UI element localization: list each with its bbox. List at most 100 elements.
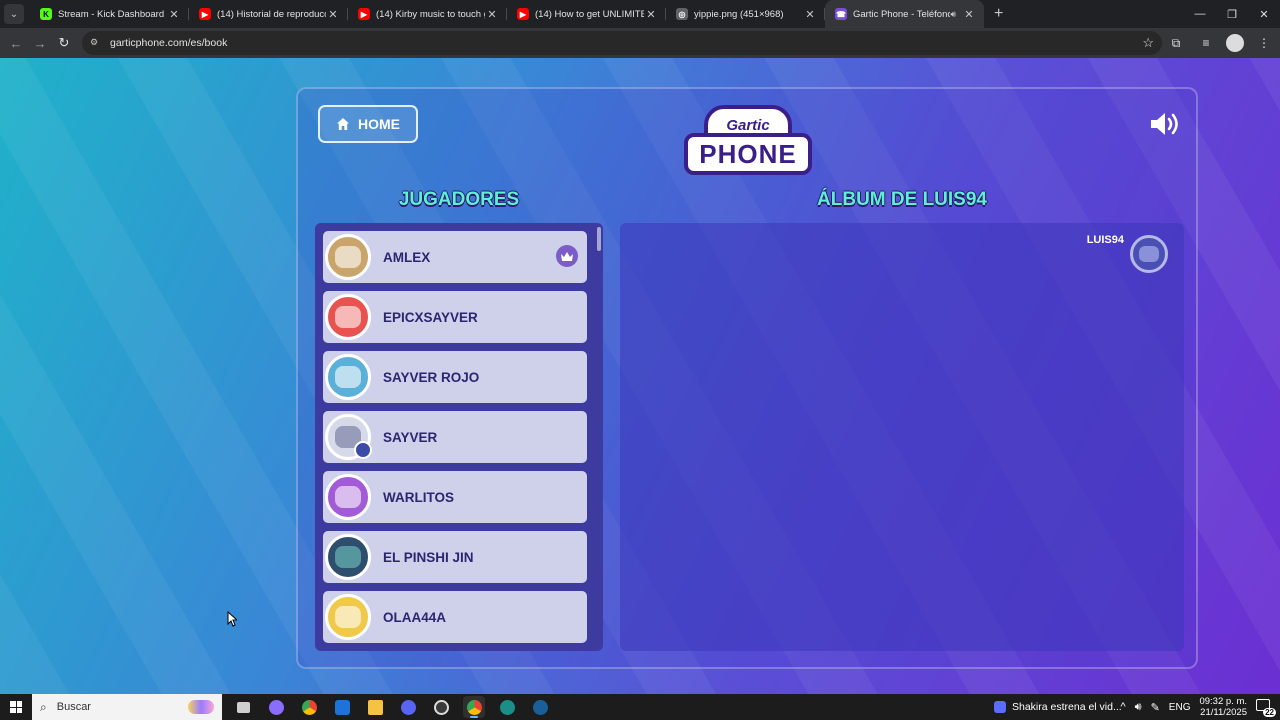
copilot-icon[interactable] bbox=[265, 696, 287, 718]
youtube-icon: ▶ bbox=[199, 8, 211, 20]
players-title: JUGADORES bbox=[398, 189, 520, 210]
chrome-active-icon[interactable] bbox=[463, 696, 485, 718]
tab-yippie-image[interactable]: ◎ yippie.png (451×968) ✕ bbox=[666, 0, 825, 28]
notification-count: 22 bbox=[1263, 708, 1276, 717]
close-tab-icon[interactable]: ✕ bbox=[962, 8, 976, 21]
player-avatar bbox=[325, 414, 372, 460]
tab-title: Stream - Kick Dashboard bbox=[58, 8, 165, 20]
album-owner-name: LUIS94 bbox=[1086, 234, 1124, 246]
scrollbar-thumb[interactable] bbox=[597, 227, 601, 251]
extensions-icon[interactable]: ⧉ bbox=[1166, 36, 1186, 51]
home-icon bbox=[337, 118, 349, 130]
tab-gartic-phone[interactable]: ☎ Gartic Phone - Teléfono De 🔊︎ ✕ bbox=[825, 0, 984, 28]
tab-youtube-kirby[interactable]: ▶ (14) Kirby music to touch grass ✕ bbox=[348, 0, 507, 28]
youtube-icon: ▶ bbox=[517, 8, 529, 20]
close-tab-icon[interactable]: ✕ bbox=[326, 8, 340, 21]
browser-toolbar: ← → ↻ ⚙ garticphone.com/es/book ☆ ⧉ ≡ ⋮ bbox=[0, 28, 1280, 58]
crown-icon bbox=[556, 245, 578, 267]
new-tab-icon[interactable]: + bbox=[994, 5, 1003, 23]
pen-icon[interactable]: ✎ bbox=[1151, 701, 1160, 714]
search-icon: ⌕ bbox=[40, 699, 47, 714]
clock-time: 09:32 p. m. bbox=[1199, 696, 1247, 707]
player-name: WARLITOS bbox=[383, 489, 455, 505]
edge-icon[interactable] bbox=[496, 696, 518, 718]
clock[interactable]: 09:32 p. m. 21/11/2025 bbox=[1199, 696, 1247, 718]
media-control-icon[interactable]: ≡ bbox=[1196, 36, 1216, 50]
site-info-icon[interactable]: ⚙ bbox=[90, 37, 102, 49]
task-view-icon[interactable] bbox=[232, 696, 254, 718]
taskbar-search[interactable]: ⌕ Buscar bbox=[32, 694, 222, 720]
toolbar-actions: ⧉ ≡ ⋮ bbox=[1166, 28, 1274, 58]
minimize-icon[interactable]: — bbox=[1184, 0, 1216, 28]
home-label: HOME bbox=[358, 116, 400, 132]
tab-title: Gartic Phone - Teléfono De bbox=[853, 8, 951, 20]
system-tray: ^ 🔊︎ ✎ ENG 09:32 p. m. 21/11/2025 22 bbox=[1120, 694, 1280, 720]
tab-kick-dashboard[interactable]: K Stream - Kick Dashboard ✕ bbox=[30, 0, 189, 28]
player-row[interactable]: SAYVER bbox=[323, 411, 587, 463]
chrome-icon[interactable] bbox=[298, 696, 320, 718]
volume-icon[interactable]: 🔊︎ bbox=[1135, 701, 1142, 714]
player-avatar bbox=[325, 354, 371, 400]
tab-youtube-history[interactable]: ▶ (14) Historial de reproducciones ✕ bbox=[189, 0, 348, 28]
taskbar-apps bbox=[232, 696, 551, 718]
logo-main: PHONE bbox=[684, 133, 812, 175]
mouse-cursor-icon bbox=[227, 611, 237, 627]
news-icon bbox=[994, 701, 1006, 713]
reload-icon[interactable]: ↻ bbox=[52, 35, 76, 51]
steam-icon[interactable] bbox=[529, 696, 551, 718]
language-indicator[interactable]: ENG bbox=[1169, 702, 1191, 713]
player-row[interactable]: WARLITOS bbox=[323, 471, 587, 523]
obs-icon[interactable] bbox=[430, 696, 452, 718]
player-row[interactable]: EL PINSHI JIN bbox=[323, 531, 587, 583]
player-avatar bbox=[325, 294, 371, 340]
close-tab-icon[interactable]: ✕ bbox=[485, 8, 499, 21]
close-tab-icon[interactable]: ✕ bbox=[644, 8, 658, 21]
tab-title: (14) Kirby music to touch grass bbox=[376, 8, 485, 20]
player-row[interactable]: EPICXSAYVER bbox=[323, 291, 587, 343]
player-row[interactable]: OLAA44A bbox=[323, 591, 587, 643]
window-controls: — ❐ ✕ bbox=[1184, 0, 1280, 28]
player-avatar bbox=[325, 594, 371, 640]
close-tab-icon[interactable]: ✕ bbox=[803, 8, 817, 21]
forward-icon[interactable]: → bbox=[28, 36, 52, 51]
close-window-icon[interactable]: ✕ bbox=[1248, 0, 1280, 28]
search-placeholder: Buscar bbox=[56, 701, 91, 713]
start-button[interactable] bbox=[0, 694, 32, 720]
tab-title: yippie.png (451×968) bbox=[694, 8, 784, 20]
gartic-icon: ☎ bbox=[835, 8, 847, 20]
back-icon[interactable]: ← bbox=[4, 36, 28, 51]
tab-strip: ⌄ K Stream - Kick Dashboard ✕ ▶ (14) His… bbox=[0, 0, 1280, 28]
player-name: EL PINSHI JIN bbox=[383, 549, 474, 565]
tab-title: (14) How to get UNLIMITED pla bbox=[535, 8, 644, 20]
chevron-up-icon[interactable]: ^ bbox=[1120, 701, 1125, 713]
address-bar[interactable]: ⚙ garticphone.com/es/book ☆ bbox=[82, 31, 1162, 55]
tab-youtube-unlimited[interactable]: ▶ (14) How to get UNLIMITED pla ✕ bbox=[507, 0, 666, 28]
game-frame: HOME Gartic PHONE JUGADORES ÁLBUM DE LUI… bbox=[296, 87, 1198, 669]
player-row[interactable]: AMLEX bbox=[323, 231, 587, 283]
sound-icon[interactable] bbox=[1148, 109, 1182, 139]
globe-icon: ◎ bbox=[676, 8, 688, 20]
players-list[interactable]: AMLEX EPICXSAYVER SAYVER ROJO SAYVER WAR… bbox=[315, 223, 603, 651]
player-row[interactable]: SAYVER ROJO bbox=[323, 351, 587, 403]
gartic-phone-logo: Gartic PHONE bbox=[684, 105, 812, 181]
menu-icon[interactable]: ⋮ bbox=[1254, 36, 1274, 50]
player-name: SAYVER bbox=[383, 429, 438, 445]
player-name: AMLEX bbox=[383, 249, 431, 265]
file-explorer-icon[interactable] bbox=[364, 696, 386, 718]
notification-center-icon[interactable]: 22 bbox=[1256, 699, 1276, 717]
notification-text: Shakira estrena el vid... bbox=[1012, 701, 1122, 713]
bookmark-star-icon[interactable]: ☆ bbox=[1142, 35, 1154, 51]
profile-avatar[interactable] bbox=[1226, 34, 1244, 52]
logo-top-text: Gartic bbox=[726, 116, 770, 134]
player-name: EPICXSAYVER bbox=[383, 309, 478, 325]
tab-search-icon[interactable]: ⌄ bbox=[4, 4, 24, 24]
restore-icon[interactable]: ❐ bbox=[1216, 0, 1248, 28]
close-tab-icon[interactable]: ✕ bbox=[167, 8, 181, 21]
tab-title: (14) Historial de reproducciones bbox=[217, 8, 326, 20]
home-button[interactable]: HOME bbox=[318, 105, 418, 143]
taskbar-notification[interactable]: Shakira estrena el vid... bbox=[994, 694, 1122, 720]
discord-icon[interactable] bbox=[397, 696, 419, 718]
speaker-icon[interactable]: 🔊︎ bbox=[950, 9, 956, 20]
outlook-icon[interactable] bbox=[331, 696, 353, 718]
kick-icon: K bbox=[40, 8, 52, 20]
